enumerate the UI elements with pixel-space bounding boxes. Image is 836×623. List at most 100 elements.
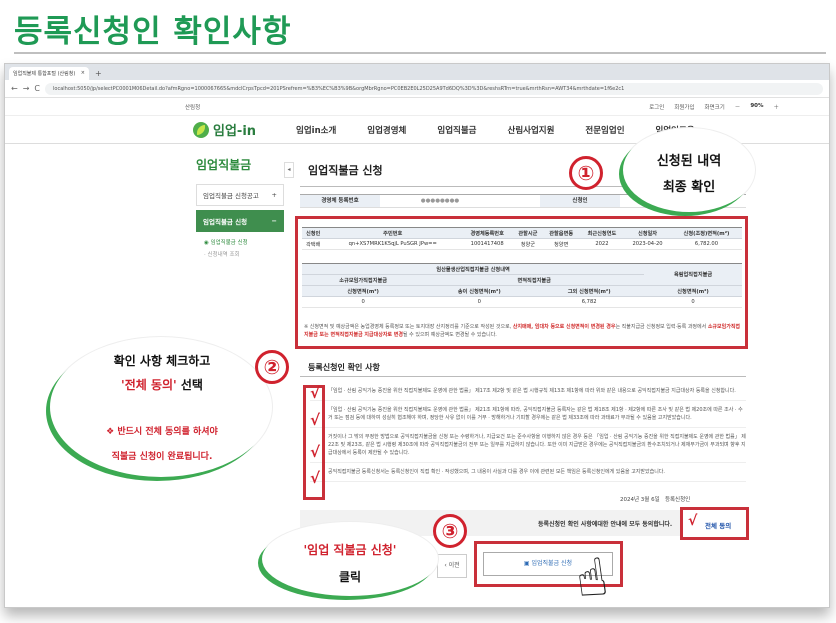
sub-header: 소규모임가직접지불금 bbox=[302, 274, 425, 286]
browser-tab[interactable]: 임업직불제 통합포털 (산림청) × bbox=[9, 67, 89, 80]
section-divider bbox=[300, 376, 746, 377]
confirmation-clauses: 「임업 · 산림 공익기능 증진을 위한 직접지불제도 운영에 관한 법률」 제… bbox=[310, 382, 746, 482]
table-cell: 1001417408 bbox=[461, 238, 514, 250]
signature-date: 2024년 3월 6일 등록신청인 bbox=[620, 495, 690, 503]
table-cell: 2022 bbox=[579, 238, 625, 250]
side-nav-item-apply[interactable]: 임업직불금 신청 − bbox=[196, 210, 284, 232]
utility-strip: 산림청 로그인 회원가입 화면크기 － 90% ＋ bbox=[5, 98, 829, 116]
table-header-row: 신청면적(m²) 송이 신청면적(m²) 그외 신청면적(m²) 신청면적(m²… bbox=[302, 285, 742, 297]
side-nav: 임업직불금 임업직불금 신청공고 + 임업직불금 신청 − ◉ 임업직불금 신청… bbox=[196, 158, 284, 260]
info-label-applicant: 신청인 bbox=[540, 195, 620, 207]
table-cell: 0 bbox=[424, 296, 535, 308]
page-title: 등록신청인 확인사항 bbox=[14, 14, 292, 50]
col-header: 신청면적(m²) bbox=[644, 285, 742, 297]
side-nav-item-notice[interactable]: 임업직불금 신청공고 + bbox=[196, 184, 284, 206]
step-2-badge: ② bbox=[255, 350, 289, 384]
clause-item: 거짓이나 그 밖의 부정한 방법으로 공익직접지불금을 신청 또는 수령하거나,… bbox=[310, 428, 746, 463]
previous-button[interactable]: ‹ 이전 bbox=[437, 554, 467, 578]
side-nav-sub-label: 신청내역 조회 bbox=[207, 252, 240, 258]
agree-all-checkbox[interactable]: √ 전체 동의 bbox=[680, 507, 749, 540]
table-header-row: 신청인 주민번호 경영체등록번호 관할시군 관할읍면동 최근신청연도 신청일자 … bbox=[302, 227, 742, 239]
application-summary-highlight: 신청인 주민번호 경영체등록번호 관할시군 관할읍면동 최근신청연도 신청일자 … bbox=[295, 216, 748, 349]
minus-icon: − bbox=[271, 217, 277, 225]
table-cell: 2023-04-20 bbox=[624, 238, 671, 250]
side-nav-sub-apply[interactable]: ◉ 임업직불금 신청 bbox=[196, 236, 284, 248]
agree-all-label: 전체 동의 bbox=[705, 522, 732, 530]
table-cell: 청양면 bbox=[542, 238, 580, 250]
table-cell: 0 bbox=[302, 296, 425, 308]
clause-item: 공익직접지불금 등록신청서는 등록신청인이 직접 확인 · 작성했으며, 그 내… bbox=[310, 463, 746, 482]
callout-2-line3: ❖ 반드시 전체 동의를 하셔야 bbox=[106, 427, 218, 437]
gnb-item-payment[interactable]: 임업직불금 bbox=[437, 124, 476, 136]
callout-2-line2: '전체 동의' 선택 bbox=[64, 376, 260, 393]
previous-label: 이전 bbox=[448, 562, 460, 569]
side-nav-sub-history[interactable]: · 신청내역 조회 bbox=[196, 248, 284, 260]
tab-close-icon[interactable]: × bbox=[81, 70, 85, 80]
notice-text: ※ 신청면적 및 예상금액은 농업경영체 등록정보 또는 토지대장 산지정리를 … bbox=[304, 324, 513, 330]
side-nav-item-label: 임업직불금 신청공고 bbox=[203, 192, 259, 200]
step-3-badge: ③ bbox=[433, 514, 467, 548]
agree-all-text: 등록신청인 확인 사항에대한 안내에 모두 동의합니다. bbox=[538, 521, 673, 528]
group-header: 임산물생산업직접지불금 신청내역 bbox=[302, 263, 645, 275]
callout-2-line1: 확인 사항 체크하고 bbox=[113, 354, 211, 368]
table-cell: qn+XS7MRK1K5qjL PuSGR JPw== bbox=[324, 238, 462, 250]
step-1-badge: ① bbox=[569, 156, 603, 190]
forward-icon[interactable]: → bbox=[23, 84, 30, 93]
table-row: 곽택배 qn+XS7MRK1K5qjL PuSGR JPw== 10014174… bbox=[302, 238, 742, 250]
zoom-level: 90% bbox=[750, 102, 764, 109]
clause-checkbox-1[interactable]: √ bbox=[310, 384, 320, 402]
browser-tabbar: 임업직불제 통합포털 (산림청) × + bbox=[5, 64, 829, 80]
callout-1-line2: 최종 확인 bbox=[662, 180, 716, 195]
signup-link[interactable]: 회원가입 bbox=[674, 103, 694, 111]
col-header: 관할읍면동 bbox=[542, 227, 580, 239]
gnb-item-business[interactable]: 임업경영체 bbox=[367, 124, 406, 136]
col-header: 신청(조정)면적(m²) bbox=[670, 227, 742, 239]
area-notice: ※ 신청면적 및 예상금액은 농업경영체 등록정보 또는 토지대장 산지정리를 … bbox=[304, 323, 742, 339]
info-value-regno: ●●●●●●●● bbox=[420, 198, 460, 204]
site-logo[interactable]: 임업-in bbox=[193, 120, 256, 139]
agency-label: 산림청 bbox=[185, 104, 201, 111]
application-table: 신청인 주민번호 경영체등록번호 관할시군 관할읍면동 최근신청연도 신청일자 … bbox=[302, 227, 742, 250]
col-header: 신청일자 bbox=[624, 227, 671, 239]
url-field[interactable]: localhost:5050/jp/selectPC0001M06Detail.… bbox=[45, 82, 823, 95]
tab-label: 임업직불제 통합포털 (산림청) bbox=[13, 71, 76, 77]
clause-checkbox-3[interactable]: √ bbox=[310, 443, 320, 461]
leaf-logo-icon bbox=[193, 121, 209, 138]
col-header: 신청면적(m²) bbox=[302, 285, 425, 297]
side-nav-title: 임업직불금 bbox=[196, 158, 252, 172]
refresh-icon[interactable]: C bbox=[34, 84, 40, 93]
clause-checkbox-4[interactable]: √ bbox=[310, 469, 320, 487]
notice-text: 는 직불지급금 신청정보 입력·등록 과정에서 bbox=[615, 324, 708, 330]
zoom-in-button[interactable]: ＋ bbox=[773, 103, 779, 111]
col-header: 주민번호 bbox=[324, 227, 462, 239]
callout-bubble-1 bbox=[623, 128, 755, 212]
table-cell: 곽택배 bbox=[302, 238, 325, 250]
login-link[interactable]: 로그인 bbox=[649, 103, 664, 111]
callout-2-emphasis: '전체 동의' bbox=[121, 378, 177, 392]
clause-checkbox-2[interactable]: √ bbox=[310, 411, 320, 429]
apply-label: 임업직불금 신청 bbox=[531, 560, 573, 567]
back-icon[interactable]: ← bbox=[11, 84, 18, 93]
zoom-out-button[interactable]: － bbox=[735, 103, 741, 111]
new-tab-icon[interactable]: + bbox=[95, 68, 102, 80]
confirmation-section-title: 등록신청인 확인 사항 bbox=[308, 363, 380, 372]
table-cell: 6,782 bbox=[534, 296, 645, 308]
title-divider bbox=[14, 52, 826, 54]
gnb-item-expert[interactable]: 전문임업인 bbox=[585, 124, 624, 136]
table-cell: 0 bbox=[644, 296, 742, 308]
gnb-item-support[interactable]: 산림사업지원 bbox=[508, 124, 555, 136]
signer-label: 등록신청인 bbox=[664, 497, 691, 503]
table-row: 0 0 6,782 0 bbox=[302, 296, 742, 308]
collapse-arrow-icon[interactable]: ◂ bbox=[284, 162, 294, 178]
screen-size-label: 화면크기 bbox=[704, 104, 725, 111]
callout-3-line1: '임업 직불금 신청' bbox=[303, 543, 397, 557]
col-header: 신청인 bbox=[302, 227, 325, 239]
info-label-regno: 경영체 등록번호 bbox=[300, 195, 380, 207]
plus-icon: + bbox=[271, 191, 277, 199]
gnb-item-intro[interactable]: 임업in소개 bbox=[296, 124, 336, 136]
col-header: 그외 신청면적(m²) bbox=[534, 285, 645, 297]
clause-item: 「임업 · 산림 공익기능 증진을 위한 직접지불제도 운영에 관한 법률」 제… bbox=[310, 401, 746, 428]
col-header: 관할시군 bbox=[513, 227, 543, 239]
logo-text: 임업-in bbox=[213, 124, 257, 139]
notice-emphasis: 산지매매, 임대차 등으로 신청면적이 변경된 경우 bbox=[512, 324, 616, 330]
